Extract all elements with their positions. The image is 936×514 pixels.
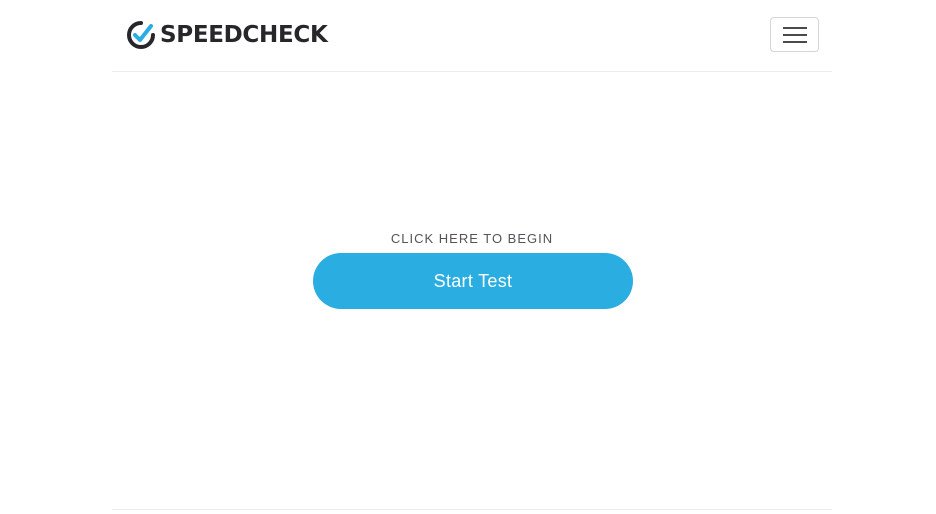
hamburger-menu-icon (783, 27, 807, 43)
navbar: SPEEDCHECK (112, 0, 832, 72)
brand-logo-link[interactable]: SPEEDCHECK (127, 20, 328, 50)
start-test-button[interactable]: Start Test (313, 253, 633, 309)
cta-label: CLICK HERE TO BEGIN (390, 231, 554, 246)
main-content: CLICK HERE TO BEGIN Start Test (112, 72, 832, 510)
brand-name: SPEEDCHECK (160, 22, 328, 48)
page: SPEEDCHECK CLICK HERE TO BEGIN Start Tes… (0, 0, 936, 514)
gauge-check-icon (127, 21, 155, 49)
menu-toggle-button[interactable] (770, 17, 819, 52)
